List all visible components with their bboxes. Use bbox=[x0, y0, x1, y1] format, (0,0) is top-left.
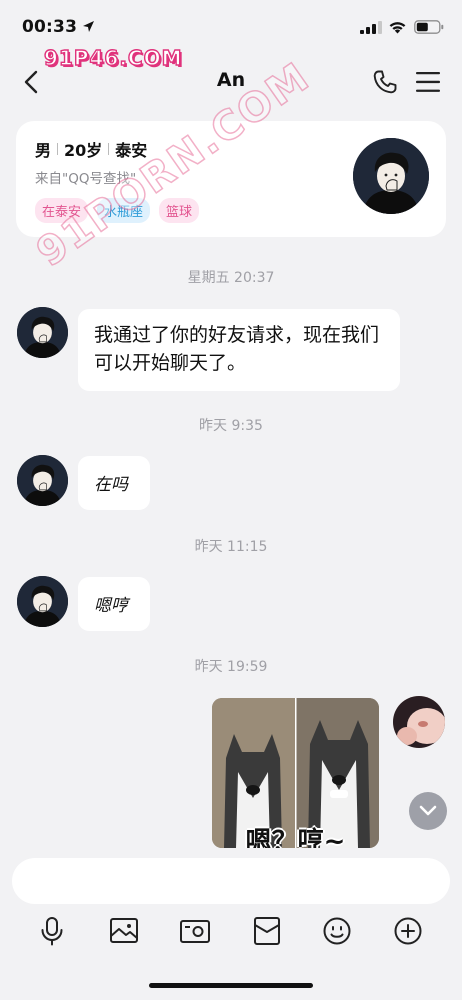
scroll-down-button[interactable] bbox=[409, 792, 447, 830]
menu-icon[interactable] bbox=[415, 70, 441, 94]
more-button[interactable] bbox=[391, 914, 425, 948]
contact-avatar[interactable] bbox=[353, 138, 429, 214]
location-arrow-icon bbox=[83, 21, 94, 32]
message-bubble[interactable]: 在吗 bbox=[78, 456, 150, 510]
timestamp: 昨天 9:35 bbox=[199, 418, 263, 434]
profile-gender: 男 bbox=[35, 141, 52, 160]
message-input[interactable] bbox=[12, 858, 450, 904]
tag-hobby: 篮球 bbox=[159, 198, 200, 223]
avatar-illustration bbox=[17, 576, 68, 627]
contact-avatar[interactable] bbox=[17, 576, 68, 627]
plus-icon bbox=[394, 917, 422, 945]
voice-button[interactable] bbox=[35, 914, 69, 948]
sticker-caption: 嗯？哼~ bbox=[245, 827, 346, 848]
avatar-illustration bbox=[353, 138, 429, 214]
contact-avatar[interactable] bbox=[17, 455, 68, 506]
input-toolbar bbox=[0, 914, 462, 948]
signal-icon bbox=[360, 21, 382, 34]
timestamp: 昨天 19:59 bbox=[194, 659, 268, 675]
microphone-icon bbox=[41, 917, 63, 946]
input-area bbox=[0, 848, 462, 1000]
wifi-icon bbox=[389, 22, 406, 34]
profile-basic-info: 男 20岁 泰安 bbox=[35, 137, 147, 161]
profile-age: 20岁 bbox=[64, 141, 103, 160]
image-icon bbox=[110, 918, 138, 943]
chevron-down-icon bbox=[419, 805, 437, 816]
divider bbox=[108, 143, 110, 155]
battery-icon bbox=[414, 20, 444, 34]
divider bbox=[57, 143, 59, 155]
message-bubble[interactable]: 我通过了你的好友请求，现在我们可以开始聊天了。 bbox=[78, 309, 400, 391]
avatar-illustration bbox=[17, 455, 68, 506]
timestamp: 昨天 11:15 bbox=[194, 539, 268, 555]
status-time: 00:33 bbox=[22, 17, 78, 37]
avatar-illustration bbox=[17, 307, 68, 358]
timestamp: 星期五 20:37 bbox=[187, 270, 275, 286]
red-packet-icon bbox=[254, 917, 280, 945]
sticker-message[interactable]: 嗯？哼~ bbox=[212, 698, 379, 848]
home-indicator bbox=[149, 983, 313, 988]
emoji-icon bbox=[323, 917, 351, 945]
image-button[interactable] bbox=[107, 914, 141, 948]
camera-button[interactable] bbox=[178, 914, 212, 948]
contact-avatar[interactable] bbox=[17, 307, 68, 358]
message-bubble[interactable]: 嗯哼 bbox=[78, 577, 150, 631]
red-packet-button[interactable] bbox=[250, 914, 284, 948]
phone-icon[interactable] bbox=[372, 69, 398, 95]
emoji-button[interactable] bbox=[320, 914, 354, 948]
my-avatar[interactable] bbox=[393, 696, 445, 748]
camera-icon bbox=[180, 920, 210, 943]
avatar-illustration bbox=[393, 696, 445, 748]
